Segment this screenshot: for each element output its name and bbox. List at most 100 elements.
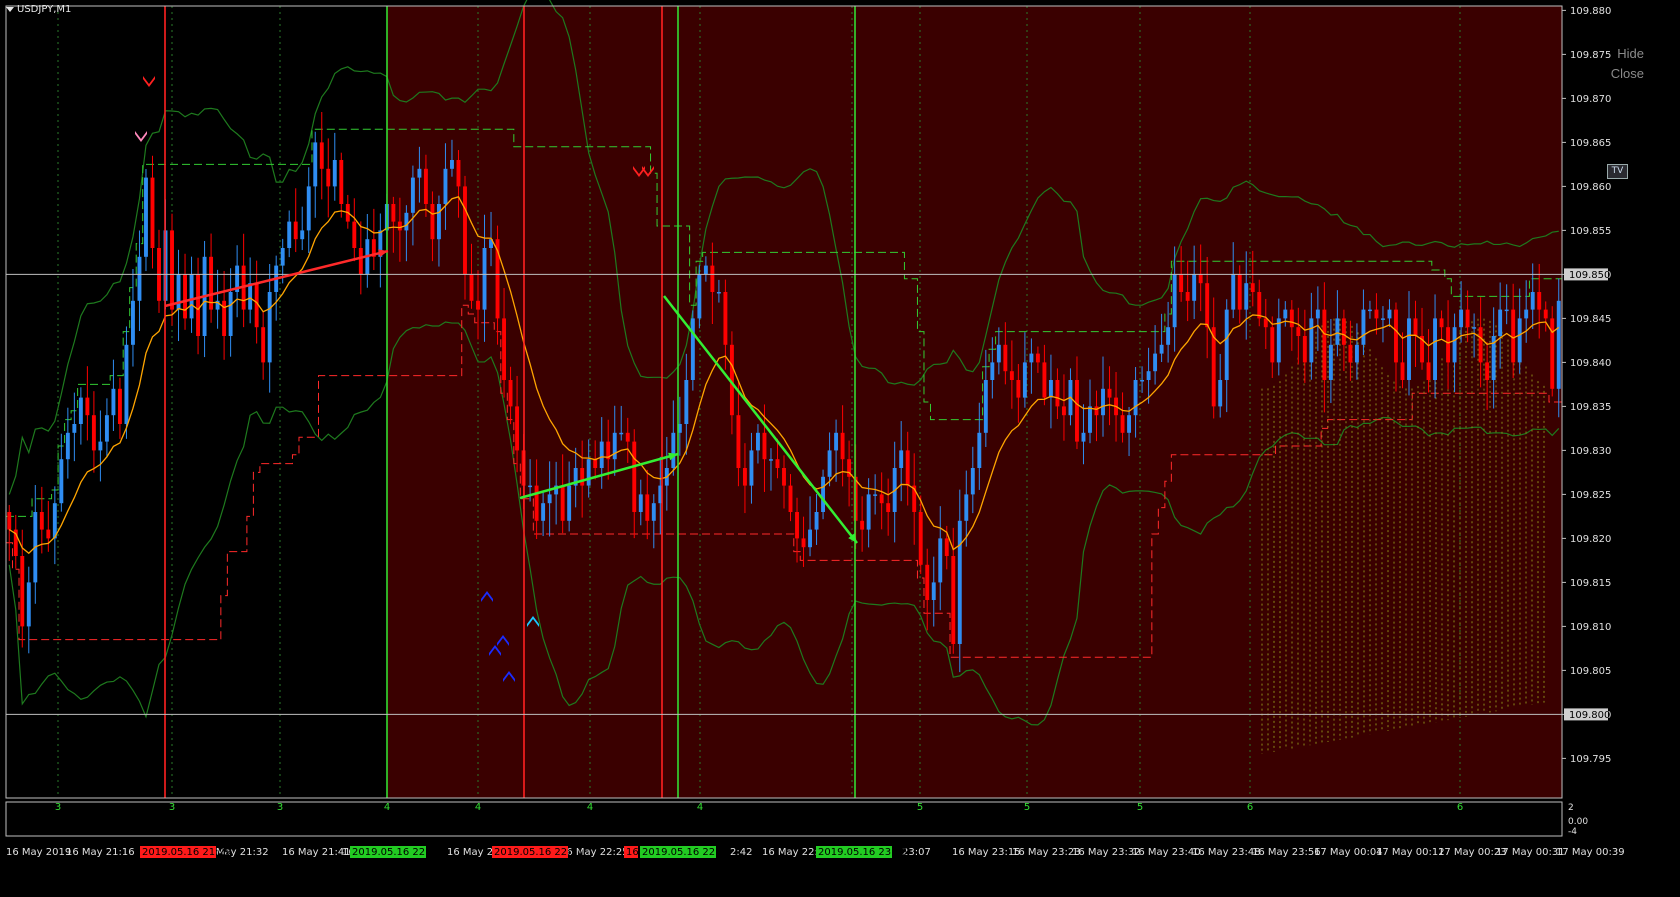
- time-tick-label: 17 May 00:39: [1556, 847, 1625, 858]
- symbol-title[interactable]: USDJPY,M1: [6, 4, 71, 15]
- candle-body: [78, 397, 83, 424]
- candle-body: [1042, 362, 1047, 398]
- price-tick-label: 109.855: [1570, 226, 1611, 237]
- candle-body: [1433, 318, 1437, 380]
- candle-body: [638, 494, 643, 512]
- candle-body: [1517, 318, 1522, 363]
- hide-button[interactable]: Hide: [1617, 46, 1644, 61]
- price-tick-label: 109.860: [1570, 182, 1611, 193]
- candle-body: [1504, 309, 1509, 312]
- candle-body: [1394, 309, 1398, 363]
- candle-body: [684, 380, 689, 424]
- candle-body: [801, 538, 806, 548]
- candle-body: [326, 168, 331, 187]
- candle-body: [176, 274, 181, 310]
- candle-body: [749, 450, 754, 486]
- candle-body: [1296, 327, 1301, 336]
- candle-body: [59, 459, 64, 504]
- candle-body: [280, 248, 285, 266]
- candle-body: [1283, 309, 1288, 319]
- candle-body: [1374, 309, 1379, 319]
- symbol-label: USDJPY,M1: [17, 4, 72, 15]
- candle-body: [456, 160, 461, 187]
- subwindow-border: [5, 801, 1563, 837]
- price-tick-label: 109.865: [1570, 138, 1611, 149]
- candle-body: [1556, 300, 1561, 389]
- candle-body: [1335, 318, 1340, 345]
- close-button[interactable]: Close: [1611, 66, 1644, 81]
- candle-body: [775, 459, 780, 468]
- candle-body: [85, 397, 90, 416]
- price-chart[interactable]: 109.880 109.875 109.870 109.865 109.860 109.8…: [0, 0, 1680, 897]
- candle-body: [1530, 292, 1535, 310]
- price-tick-label: 109.870: [1570, 94, 1611, 105]
- candle-body: [814, 512, 819, 530]
- candle-body: [1224, 309, 1229, 380]
- candle-body: [534, 485, 539, 521]
- candle-body: [1003, 344, 1008, 372]
- candle-body: [1009, 371, 1014, 380]
- candle-body: [287, 221, 292, 248]
- candle-body: [104, 415, 109, 442]
- candle-body: [1367, 309, 1372, 312]
- candle-body: [925, 564, 930, 600]
- candle-body: [866, 494, 871, 530]
- session-number-label: 3: [277, 802, 283, 813]
- candle-body: [625, 432, 630, 442]
- candle-body: [404, 212, 409, 231]
- candle-body: [1237, 274, 1242, 310]
- candle-body: [528, 485, 533, 488]
- candle-body: [306, 186, 311, 231]
- candle-body: [1029, 353, 1034, 363]
- candle-body: [423, 168, 428, 204]
- price-marker-label: 109.800: [1569, 710, 1610, 721]
- time-tick-label: 16 May 23:56: [1252, 847, 1321, 858]
- candle-body: [1446, 327, 1451, 363]
- candle-body: [7, 512, 12, 530]
- session-number-label: 5: [1024, 802, 1030, 813]
- candle-body: [1192, 274, 1197, 301]
- session-number-label: 3: [55, 802, 61, 813]
- candle-body: [821, 476, 826, 512]
- candle-body: [560, 485, 565, 521]
- highlighted-time-label: 2019.05.16 22:21: [494, 847, 583, 858]
- candle-body: [1302, 336, 1307, 363]
- price-tick-label: 109.835: [1570, 402, 1611, 413]
- session-shade: [387, 6, 1562, 798]
- candle-body: [319, 142, 324, 169]
- candle-body: [1452, 327, 1457, 363]
- dropdown-triangle-icon[interactable]: [6, 7, 14, 12]
- candle-body: [1315, 309, 1320, 319]
- candle-body: [1035, 353, 1040, 363]
- candle-body: [703, 265, 708, 275]
- time-tick-label: 16 May 23:32: [1072, 847, 1141, 858]
- time-tick-label: 16 May 21:16: [66, 847, 135, 858]
- candle-body: [1127, 415, 1132, 433]
- candle-body: [827, 450, 832, 477]
- session-number-label: 4: [697, 802, 703, 813]
- price-tick-label: 109.845: [1570, 314, 1611, 325]
- candle-body: [1465, 309, 1470, 328]
- session-number-label: 3: [169, 802, 175, 813]
- candle-body: [873, 494, 878, 496]
- candle-body: [651, 503, 656, 521]
- candle-body: [391, 204, 396, 222]
- price-tick-label: 109.795: [1570, 754, 1611, 765]
- candle-body: [1426, 362, 1431, 380]
- session-number-label: 4: [475, 802, 481, 813]
- candle-body: [762, 432, 767, 460]
- candle-body: [1407, 318, 1411, 380]
- time-tick-label: 16 May 23:15: [952, 847, 1021, 858]
- candle-body: [756, 432, 760, 451]
- candle-body: [189, 274, 194, 319]
- tv-icon[interactable]: TV: [1607, 164, 1628, 179]
- candle-body: [46, 529, 51, 539]
- time-tick-label: 16 May 23:23: [1012, 847, 1081, 858]
- candle-body: [397, 221, 402, 231]
- price-tick-label: 109.830: [1570, 446, 1611, 457]
- candle-body: [645, 494, 650, 521]
- price-marker-label: 109.850: [1569, 270, 1610, 281]
- candle-body: [1198, 274, 1203, 284]
- candle-body: [1413, 318, 1418, 336]
- candle-body: [619, 432, 624, 435]
